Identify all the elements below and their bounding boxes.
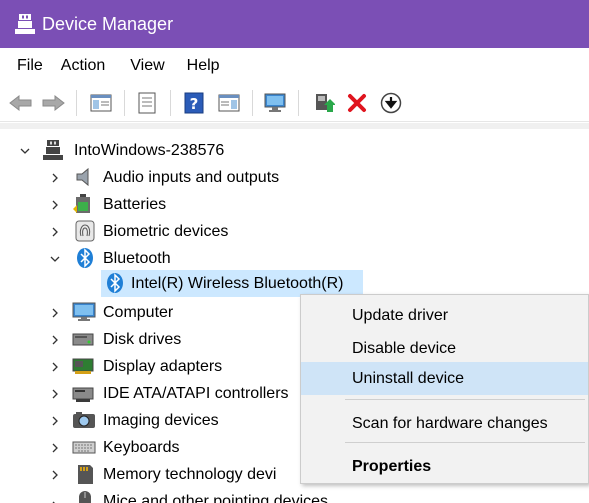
chevron-right-icon[interactable] xyxy=(49,306,61,318)
menu-file[interactable]: File xyxy=(0,48,55,84)
keyboard-icon xyxy=(72,436,96,458)
category-audio[interactable]: Audio inputs and outputs xyxy=(103,164,279,191)
category-keyboards[interactable]: Keyboards xyxy=(103,434,180,461)
update-driver-icon[interactable] xyxy=(311,90,337,116)
camera-icon xyxy=(72,409,95,431)
mouse-icon xyxy=(76,490,98,503)
bluetooth-icon xyxy=(104,272,126,294)
disable-down-arrow-icon[interactable] xyxy=(378,90,404,116)
computer-root-icon xyxy=(42,139,64,161)
title-bar: Device Manager xyxy=(0,0,589,48)
toolbar: ? xyxy=(0,84,589,122)
chevron-down-icon[interactable] xyxy=(49,252,61,264)
category-biometric[interactable]: Biometric devices xyxy=(103,218,228,245)
menu-action[interactable]: Action xyxy=(55,48,117,84)
context-menu: Update driver Disable device Uninstall d… xyxy=(300,294,589,484)
category-bluetooth[interactable]: Bluetooth xyxy=(103,245,171,272)
chevron-right-icon[interactable] xyxy=(49,333,61,345)
properties-sheet-icon[interactable] xyxy=(134,90,160,116)
chevron-down-icon[interactable] xyxy=(19,144,31,156)
uninstall-x-icon[interactable] xyxy=(344,90,370,116)
menu-separator xyxy=(345,442,585,443)
tree-root-label[interactable]: IntoWindows-238576 xyxy=(74,137,224,164)
window-title: Device Manager xyxy=(42,13,174,34)
ide-controller-icon xyxy=(72,382,94,404)
bluetooth-icon xyxy=(74,247,96,269)
category-mice[interactable]: Mice and other pointing devices xyxy=(103,488,328,503)
battery-icon xyxy=(72,193,94,215)
category-memory[interactable]: Memory technology devi xyxy=(103,461,276,488)
chevron-right-icon[interactable] xyxy=(49,441,61,453)
chevron-right-icon[interactable] xyxy=(49,414,61,426)
menu-disable-device[interactable]: Disable device xyxy=(301,332,588,365)
fingerprint-icon xyxy=(74,220,96,242)
chevron-right-icon[interactable] xyxy=(49,468,61,480)
scan-monitor-icon[interactable] xyxy=(262,90,288,116)
category-imaging[interactable]: Imaging devices xyxy=(103,407,219,434)
display-adapter-icon xyxy=(72,355,94,377)
menu-help[interactable]: Help xyxy=(177,48,230,84)
chevron-right-icon[interactable] xyxy=(49,198,61,210)
speaker-icon xyxy=(74,166,96,188)
menu-uninstall-device[interactable]: Uninstall device xyxy=(301,362,588,395)
category-disk-drives[interactable]: Disk drives xyxy=(103,326,181,353)
back-arrow-icon[interactable] xyxy=(8,90,34,116)
category-ide-controllers[interactable]: IDE ATA/ATAPI controllers xyxy=(103,380,289,407)
chevron-right-icon[interactable] xyxy=(49,495,61,503)
menu-properties[interactable]: Properties xyxy=(301,450,588,483)
device-manager-icon xyxy=(14,13,36,35)
help-icon[interactable]: ? xyxy=(181,90,207,116)
chevron-right-icon[interactable] xyxy=(49,387,61,399)
menu-view[interactable]: View xyxy=(117,48,176,84)
show-hide-tree-icon[interactable] xyxy=(88,90,114,116)
chevron-right-icon[interactable] xyxy=(49,360,61,372)
category-batteries[interactable]: Batteries xyxy=(103,191,166,218)
menu-bar: File Action View Help xyxy=(0,48,589,84)
monitor-icon xyxy=(72,301,96,323)
menu-separator xyxy=(345,399,585,400)
chevron-right-icon[interactable] xyxy=(49,171,61,183)
device-intel-bluetooth[interactable]: Intel(R) Wireless Bluetooth(R) xyxy=(131,270,344,297)
memory-card-icon xyxy=(74,463,96,485)
category-computer[interactable]: Computer xyxy=(103,299,173,326)
forward-arrow-icon[interactable] xyxy=(40,90,66,116)
disk-drive-icon xyxy=(72,328,94,350)
menu-scan-hardware[interactable]: Scan for hardware changes xyxy=(301,407,588,440)
chevron-right-icon[interactable] xyxy=(49,225,61,237)
menu-update-driver[interactable]: Update driver xyxy=(301,299,588,332)
category-display-adapters[interactable]: Display adapters xyxy=(103,353,222,380)
svg-text:?: ? xyxy=(190,95,199,113)
action-pane-icon[interactable] xyxy=(216,90,242,116)
